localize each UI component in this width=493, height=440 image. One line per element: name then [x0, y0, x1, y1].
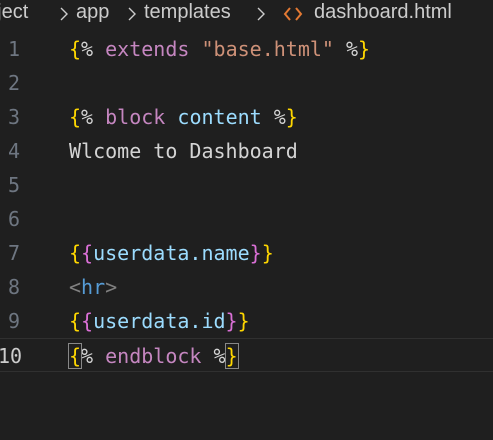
code-text[interactable]: {% block content %}	[69, 102, 298, 132]
code-token: {	[69, 37, 82, 61]
code-token: }	[249, 241, 262, 265]
chevron-right-icon	[254, 1, 268, 23]
code-token: %	[81, 105, 106, 129]
code-line[interactable]: 5	[0, 168, 493, 202]
code-token: }	[224, 343, 239, 369]
code-line[interactable]: 9 {{userdata.id}}	[0, 304, 493, 338]
code-token: userdata.name	[93, 241, 250, 265]
code-token: block	[105, 105, 166, 129]
code-token: "base.html"	[201, 37, 334, 61]
line-number: 7	[7, 241, 20, 265]
code-line[interactable]: 10 {% endblock %}	[0, 338, 493, 372]
code-token: }	[358, 37, 371, 61]
code-token: hr	[81, 275, 106, 299]
line-number: 6	[7, 207, 20, 231]
line-number: 9	[7, 309, 20, 333]
chevron-right-icon	[125, 1, 139, 23]
html-file-icon	[282, 2, 304, 28]
breadcrumb-item-project[interactable]: oject	[0, 1, 28, 24]
code-token: {	[81, 309, 94, 333]
code-token: }	[285, 105, 298, 129]
code-token: }	[261, 241, 274, 265]
code-token: content	[177, 105, 262, 129]
code-token: >	[105, 275, 118, 299]
code-token: {	[67, 343, 83, 369]
breadcrumb-item-app[interactable]: app	[76, 1, 109, 24]
code-text[interactable]: Wlcome to Dashboard	[69, 136, 298, 166]
code-token: {	[69, 105, 82, 129]
code-token: userdata.id	[93, 309, 226, 333]
line-number: 3	[7, 105, 20, 129]
line-number: 5	[7, 173, 20, 197]
code-line[interactable]: 8 <hr>	[0, 270, 493, 304]
code-token: {	[69, 241, 82, 265]
code-token: }	[237, 309, 250, 333]
code-token: %	[81, 344, 106, 368]
breadcrumb-item-templates[interactable]: templates	[144, 1, 231, 24]
code-token: %	[81, 37, 106, 61]
code-line[interactable]: 2	[0, 66, 493, 100]
code-token: %	[261, 105, 286, 129]
code-line[interactable]: 4 Wlcome to Dashboard	[0, 134, 493, 168]
code-line[interactable]: 3 {% block content %}	[0, 100, 493, 134]
code-line[interactable]: 7 {{userdata.name}}	[0, 236, 493, 270]
code-text[interactable]: {% endblock %}	[67, 341, 239, 371]
code-text[interactable]: {{userdata.id}}	[69, 306, 250, 336]
code-token: %	[201, 344, 226, 368]
code-token: extends	[105, 37, 190, 61]
breadcrumb-item-file[interactable]: dashboard.html	[314, 1, 452, 24]
chevron-right-icon	[57, 1, 71, 23]
code-token: {	[69, 309, 82, 333]
code-token: endblock	[105, 344, 202, 368]
code-token: {	[81, 241, 94, 265]
breadcrumb: oject app templates dashboard.html	[0, 0, 493, 28]
code-text[interactable]: <hr>	[69, 272, 117, 302]
line-number: 2	[7, 71, 20, 95]
line-number: 8	[7, 275, 20, 299]
code-token: }	[225, 309, 238, 333]
code-token: <	[69, 275, 82, 299]
code-text[interactable]: {{userdata.name}}	[69, 238, 274, 268]
code-token: Wlcome to Dashboard	[69, 139, 298, 163]
code-line[interactable]: 1 {% extends "base.html" %}	[0, 32, 493, 66]
line-number: 4	[7, 139, 20, 163]
line-number: 1	[7, 37, 20, 61]
code-token: %	[333, 37, 359, 61]
code-line[interactable]: 6	[0, 202, 493, 236]
code-text[interactable]: {% extends "base.html" %}	[69, 34, 370, 64]
line-number: 10	[0, 344, 23, 368]
